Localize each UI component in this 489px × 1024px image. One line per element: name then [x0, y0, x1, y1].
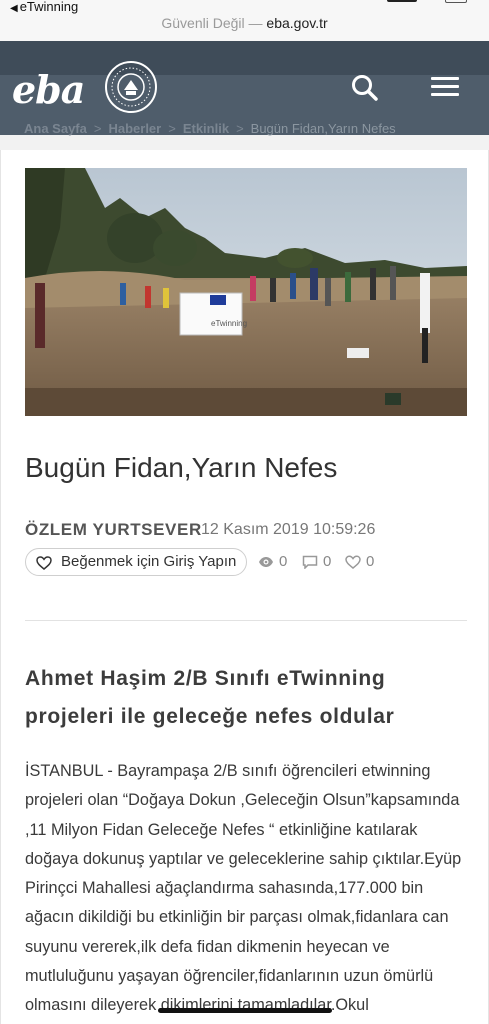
not-secure-warning: Güvenli Değil — — [161, 15, 263, 31]
article-photo: eTwinning — [25, 168, 467, 416]
url-domain: eba.gov.tr — [266, 15, 328, 31]
site-header: eba Ana Sayfa > Haberler > Etkinlik > Bugün Fi… — [0, 41, 489, 136]
article-author[interactable]: ÖZLEM YURTSEVER — [25, 520, 202, 540]
divider — [25, 620, 467, 621]
eye-icon — [259, 557, 273, 567]
article-date: 12 Kasım 2019 10:59:26 — [201, 521, 376, 538]
like-login-button[interactable]: Beğenmek için Giriş Yapın — [25, 548, 247, 576]
battery-icon — [445, 0, 467, 3]
back-to-app-button[interactable]: ◀ eTwinning — [10, 0, 78, 14]
breadcrumb-home[interactable]: Ana Sayfa — [24, 121, 87, 136]
breadcrumb-separator: > — [168, 121, 176, 136]
breadcrumb-separator: > — [236, 121, 244, 136]
comment-icon — [302, 555, 318, 569]
search-icon[interactable] — [348, 71, 382, 105]
back-app-label: eTwinning — [19, 0, 79, 14]
likes-count: 0 — [366, 553, 375, 570]
heart-outline-icon — [345, 555, 361, 569]
address-bar[interactable]: Güvenli Değil — eba.gov.tr — [0, 14, 489, 41]
eba-logo[interactable]: eba — [12, 67, 85, 112]
breadcrumb-news[interactable]: Haberler — [108, 121, 161, 136]
breadcrumb: Ana Sayfa > Haberler > Etkinlik > Bugün Fidan,… — [24, 121, 396, 136]
back-arrow-icon: ◀ — [10, 3, 18, 14]
ministry-emblem-icon — [105, 61, 157, 113]
article-subheading: Ahmet Haşim 2/B Sınıfı eTwinning projele… — [25, 667, 395, 728]
status-bar: ◀ eTwinning — [0, 0, 489, 14]
breadcrumb-current: Bugün Fidan,Yarın Nefes — [250, 121, 396, 136]
views-count: 0 — [279, 553, 288, 570]
like-login-label: Beğenmek için Giriş Yapın — [61, 553, 237, 570]
signal-icon — [387, 0, 417, 2]
breadcrumb-activity[interactable]: Etkinlik — [183, 121, 229, 136]
hamburger-menu-icon[interactable] — [428, 73, 462, 103]
heart-icon — [36, 556, 52, 570]
breadcrumb-separator: > — [93, 121, 102, 136]
article-title: Bugün Fidan,Yarın Nefes — [25, 452, 338, 483]
article-card: eTwinning Bugün Fidan,Yarın Nefes ÖZLEM … — [0, 150, 489, 1024]
banner-etwinning-text: eTwinning — [211, 319, 247, 328]
comments-count: 0 — [323, 553, 332, 570]
system-status-icons — [387, 0, 467, 4]
home-indicator[interactable] — [158, 1008, 332, 1013]
article-body: İSTANBUL - Bayrampaşa 2/B sınıfı öğrenci… — [25, 762, 462, 1015]
